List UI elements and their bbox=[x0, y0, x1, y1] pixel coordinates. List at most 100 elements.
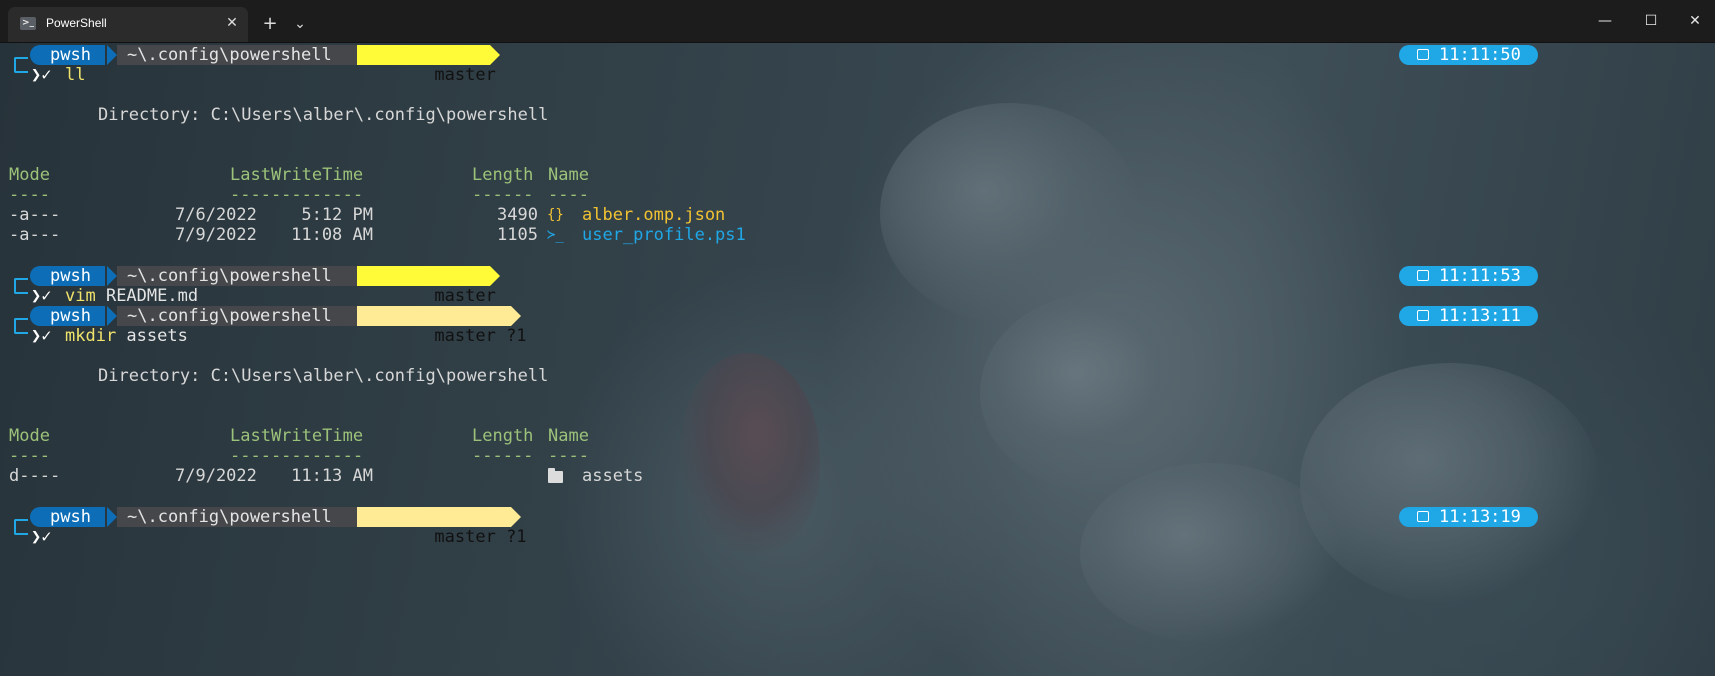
git-branch-label: master bbox=[434, 65, 496, 85]
time-segment: 11:11:50 bbox=[1399, 45, 1538, 65]
time-segment: 11:13:19 bbox=[1399, 507, 1538, 527]
command-line: vim README.md bbox=[65, 286, 198, 306]
tab-powershell[interactable]: >_ PowerShell ✕ bbox=[8, 7, 248, 42]
column-header-lastwrite: LastWriteTime bbox=[230, 426, 364, 446]
file-time: 11:13 AM bbox=[291, 466, 373, 486]
file-length: 1105 bbox=[497, 225, 538, 245]
column-header-name: Name bbox=[548, 165, 589, 185]
divider-lastwrite: ------------- bbox=[230, 185, 364, 205]
shell-segment: pwsh bbox=[30, 507, 105, 527]
segment-separator bbox=[107, 45, 117, 65]
segment-separator bbox=[490, 266, 500, 286]
time-segment: 11:11:53 bbox=[1399, 266, 1538, 286]
background-artwork bbox=[680, 353, 820, 553]
file-mode: d---- bbox=[9, 466, 61, 486]
file-mode: -a--- bbox=[9, 225, 61, 245]
folder-icon bbox=[548, 468, 563, 483]
file-length: 3490 bbox=[497, 205, 538, 225]
segment-separator bbox=[511, 306, 521, 326]
command-args: assets bbox=[116, 326, 188, 346]
clock-icon bbox=[1417, 511, 1429, 522]
prompt-connector bbox=[14, 527, 28, 535]
minimize-button[interactable]: — bbox=[1582, 7, 1628, 35]
path-segment: ~\.config\powershell bbox=[117, 45, 368, 65]
divider-mode: ---- bbox=[9, 446, 50, 466]
column-header-mode: Mode bbox=[9, 426, 50, 446]
file-mode: -a--- bbox=[9, 205, 61, 225]
segment-separator bbox=[107, 266, 117, 286]
column-header-length: Length bbox=[472, 426, 534, 446]
divider-name: ---- bbox=[548, 446, 589, 466]
background-artwork-braid bbox=[1080, 463, 1340, 643]
column-header-length: Length bbox=[472, 165, 534, 185]
divider-name: ---- bbox=[548, 185, 589, 205]
segment-separator bbox=[107, 507, 117, 527]
time-label: 11:13:19 bbox=[1439, 507, 1521, 527]
time-segment: 11:13:11 bbox=[1399, 306, 1538, 326]
json-file-icon: {} bbox=[547, 207, 564, 223]
terminal-pane[interactable]: pwsh ~\.config\powershell master 11:11:5… bbox=[0, 43, 1715, 676]
tab-title: PowerShell bbox=[46, 16, 107, 30]
segment-separator bbox=[490, 45, 500, 65]
command-args: README.md bbox=[95, 286, 199, 306]
file-name[interactable]: user_profile.ps1 bbox=[582, 225, 746, 245]
file-time: 5:12 PM bbox=[301, 205, 373, 225]
close-tab-icon[interactable]: ✕ bbox=[222, 13, 242, 33]
shell-segment: pwsh bbox=[30, 266, 105, 286]
maximize-button[interactable]: ☐ bbox=[1628, 7, 1674, 35]
directory-line: Directory: C:\Users\alber\.config\powers… bbox=[98, 366, 549, 386]
git-segment: master ?1 bbox=[357, 306, 527, 346]
prompt-symbol: ❯✓ bbox=[31, 286, 52, 306]
path-segment: ~\.config\powershell bbox=[117, 507, 368, 527]
file-date: 7/6/2022 bbox=[175, 205, 257, 225]
path-segment: ~\.config\powershell bbox=[117, 306, 368, 326]
title-bar: >_ PowerShell ✕ + ⌄ — ☐ ✕ bbox=[0, 0, 1715, 43]
segment-separator bbox=[107, 306, 117, 326]
divider-length: ------ bbox=[472, 185, 534, 205]
tab-dropdown-button[interactable]: ⌄ bbox=[288, 12, 312, 36]
file-date: 7/9/2022 bbox=[175, 225, 257, 245]
git-branch-label: master ?1 bbox=[434, 527, 527, 547]
git-segment: master bbox=[357, 266, 496, 306]
shell-segment: pwsh bbox=[30, 45, 105, 65]
command-text: ll bbox=[65, 65, 86, 85]
file-name[interactable]: alber.omp.json bbox=[582, 205, 725, 225]
time-label: 11:13:11 bbox=[1439, 306, 1521, 326]
shell-segment: pwsh bbox=[30, 306, 105, 326]
prompt-symbol: ❯✓ bbox=[31, 326, 52, 346]
prompt-symbol: ❯✓ bbox=[31, 65, 52, 85]
powershell-file-icon: ≻_ bbox=[547, 227, 564, 243]
prompt-connector bbox=[14, 65, 28, 73]
close-window-button[interactable]: ✕ bbox=[1672, 7, 1715, 35]
segment-separator bbox=[511, 507, 521, 527]
clock-icon bbox=[1417, 49, 1429, 60]
column-header-mode: Mode bbox=[9, 165, 50, 185]
background-artwork-braid bbox=[880, 103, 1140, 323]
file-date: 7/9/2022 bbox=[175, 466, 257, 486]
git-branch-label: master ?1 bbox=[434, 326, 527, 346]
git-segment: master bbox=[357, 45, 496, 85]
background-artwork-braid bbox=[1300, 363, 1600, 603]
time-label: 11:11:50 bbox=[1439, 45, 1521, 65]
clock-icon bbox=[1417, 270, 1429, 281]
command-text: vim bbox=[65, 286, 96, 306]
divider-mode: ---- bbox=[9, 185, 50, 205]
git-branch-label: master bbox=[434, 286, 496, 306]
prompt-connector bbox=[14, 286, 28, 294]
directory-line: Directory: C:\Users\alber\.config\powers… bbox=[98, 105, 549, 125]
powershell-icon: >_ bbox=[20, 17, 36, 30]
divider-lastwrite: ------------- bbox=[230, 446, 364, 466]
command-line: mkdir assets bbox=[65, 326, 188, 346]
column-header-lastwrite: LastWriteTime bbox=[230, 165, 364, 185]
time-label: 11:11:53 bbox=[1439, 266, 1521, 286]
file-name[interactable]: assets bbox=[582, 466, 643, 486]
new-tab-button[interactable]: + bbox=[258, 12, 282, 36]
divider-length: ------ bbox=[472, 446, 534, 466]
prompt-symbol: ❯✓ bbox=[31, 527, 52, 547]
clock-icon bbox=[1417, 310, 1429, 321]
background-artwork-braid bbox=[980, 293, 1220, 493]
file-time: 11:08 AM bbox=[291, 225, 373, 245]
git-segment: master ?1 bbox=[357, 507, 527, 547]
path-segment: ~\.config\powershell bbox=[117, 266, 368, 286]
command-text: mkdir bbox=[65, 326, 117, 346]
